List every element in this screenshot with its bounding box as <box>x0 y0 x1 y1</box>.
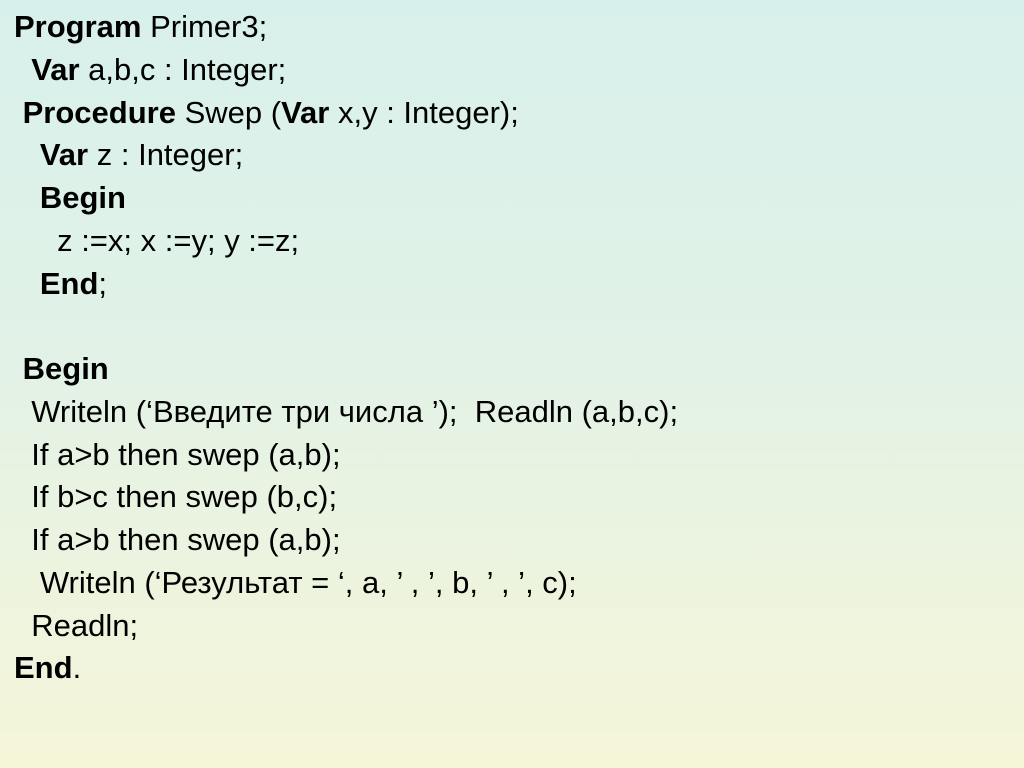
keyword: Var <box>31 52 79 87</box>
code-text: Primer3; <box>141 9 267 44</box>
code-text: z :=x; x :=y; y :=z; <box>57 223 299 258</box>
code-text: Writeln (‘Введите три числа ’); Readln (… <box>31 394 678 429</box>
code-line: Writeln (‘Результат = ‘, a, ’ , ’, b, ’ … <box>14 562 1014 605</box>
code-line: Var z : Integer; <box>14 134 1014 177</box>
code-line: Begin <box>14 348 1014 391</box>
code-text <box>14 308 23 343</box>
code-text: If a>b then swep (a,b); <box>31 437 340 472</box>
code-text: If b>c then swep (b,c); <box>31 479 337 514</box>
code-text: Readln; <box>31 608 138 643</box>
code-line: Procedure Swep (Var x,y : Integer); <box>14 92 1014 135</box>
code-line: If a>b then swep (a,b); <box>14 519 1014 562</box>
code-text: a,b,c : Integer; <box>80 52 287 87</box>
keyword: End <box>14 650 73 685</box>
code-line: End; <box>14 263 1014 306</box>
code-text: Writeln (‘Результат = ‘, a, ’ , ’, b, ’ … <box>40 565 577 600</box>
code-line: Program Primer3; <box>14 6 1014 49</box>
code-line <box>14 305 1014 348</box>
keyword: Begin <box>23 351 109 386</box>
code-line: End. <box>14 647 1014 690</box>
code-text: If a>b then swep (a,b); <box>31 522 340 557</box>
code-text: . <box>73 650 82 685</box>
keyword: Program <box>14 9 141 44</box>
code-line: z :=x; x :=y; y :=z; <box>14 220 1014 263</box>
keyword: Var <box>40 137 88 172</box>
code-block: Program Primer3; Var a,b,c : Integer; Pr… <box>14 6 1014 690</box>
keyword: Begin <box>40 180 126 215</box>
code-line: Writeln (‘Введите три числа ’); Readln (… <box>14 391 1014 434</box>
code-line: If a>b then swep (a,b); <box>14 434 1014 477</box>
code-text: x,y : Integer); <box>329 95 519 130</box>
code-line: Var a,b,c : Integer; <box>14 49 1014 92</box>
code-line: Readln; <box>14 605 1014 648</box>
code-text: Swep ( <box>176 95 281 130</box>
keyword: End <box>40 266 99 301</box>
code-line: If b>c then swep (b,c); <box>14 476 1014 519</box>
code-line: Begin <box>14 177 1014 220</box>
keyword: Procedure <box>23 95 176 130</box>
code-text: z : Integer; <box>88 137 243 172</box>
code-text: ; <box>98 266 107 301</box>
keyword: Var <box>281 95 329 130</box>
